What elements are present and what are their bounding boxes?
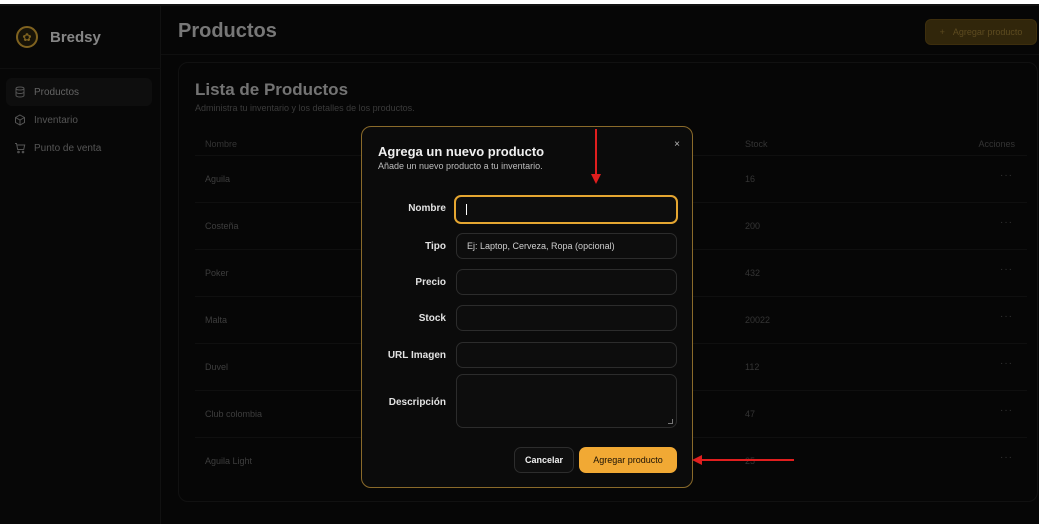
stock-field[interactable] [456,305,677,331]
tipo-field[interactable]: Ej: Laptop, Cerveza, Ropa (opcional) [456,233,677,259]
tipo-label: Tipo [425,241,446,252]
nombre-field[interactable] [454,195,678,224]
annotation-arrow-left-icon [692,455,794,465]
resize-handle-icon[interactable] [668,419,673,424]
nombre-label: Nombre [408,203,446,214]
tipo-placeholder: Ej: Laptop, Cerveza, Ropa (opcional) [467,241,615,251]
app-root: ✿ Bredsy Productos Inventario Punto de v… [0,6,1039,524]
stock-label: Stock [418,313,446,324]
descripcion-label: Descripción [388,397,446,408]
precio-label: Precio [415,277,446,288]
descripcion-textarea[interactable] [456,374,677,428]
url-imagen-field[interactable] [456,342,677,368]
submit-add-product-button[interactable]: Agregar producto [579,447,677,473]
dialog-subtitle: Añade un nuevo producto a tu inventario. [378,161,543,171]
url-imagen-label: URL Imagen [387,350,446,361]
annotation-arrow-down-icon [591,129,601,184]
cancel-button[interactable]: Cancelar [514,447,574,473]
close-icon[interactable]: × [674,139,680,150]
add-product-dialog: Agrega un nuevo producto Añade un nuevo … [361,126,693,488]
dialog-title: Agrega un nuevo producto [378,144,545,159]
precio-field[interactable] [456,269,677,295]
text-caret [466,204,467,215]
